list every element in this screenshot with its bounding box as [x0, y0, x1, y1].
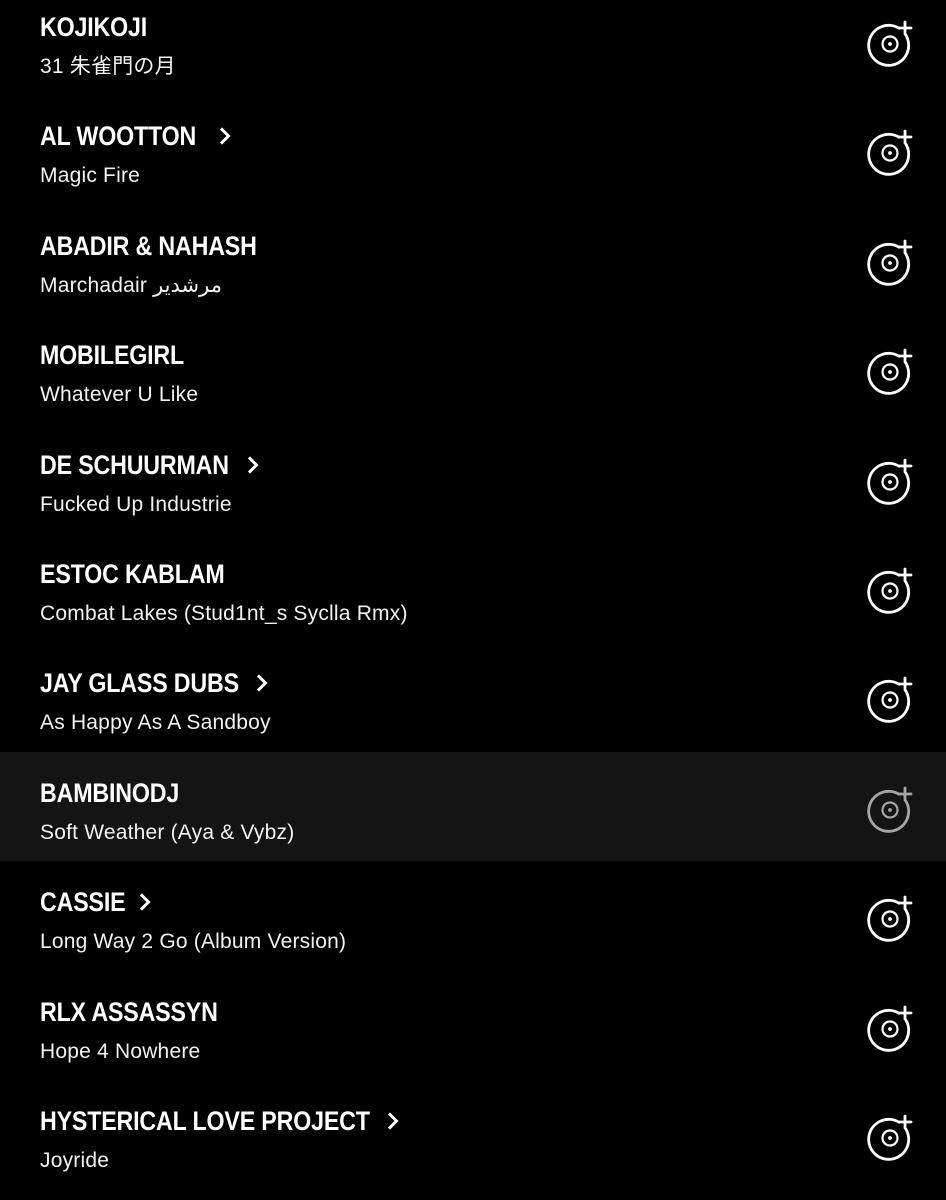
- track-title: Fucked Up Industrie: [40, 492, 232, 516]
- chevron-right-icon[interactable]: [246, 455, 260, 474]
- track-row[interactable]: CASSIE Long Way 2 Go (Album Version): [0, 861, 946, 970]
- artist-line: CASSIE: [40, 887, 152, 917]
- artist-line: JAY GLASS DUBS: [40, 668, 269, 698]
- track-title: Long Way 2 Go (Album Version): [40, 930, 347, 954]
- artist-line: AL WOOTTON: [40, 121, 232, 151]
- artist-line: KOJIKOJI: [40, 12, 164, 42]
- add-disc-icon: [867, 348, 913, 395]
- add-to-collection-button[interactable]: [866, 676, 914, 724]
- add-disc-icon: [867, 458, 913, 505]
- track-row[interactable]: ABADIR & NAHASH Marchadair مرشدير: [0, 205, 946, 314]
- artist-name[interactable]: DE SCHUURMAN: [40, 450, 229, 480]
- track-row[interactable]: MOBILEGIRL Whatever U Like: [0, 314, 946, 423]
- artist-name[interactable]: AL WOOTTON: [40, 121, 196, 151]
- track-title: Magic Fire: [40, 164, 141, 188]
- artist-line: ESTOC KABLAM: [40, 559, 255, 589]
- artist-line: MOBILEGIRL: [40, 340, 208, 370]
- add-to-collection-button[interactable]: [866, 1005, 914, 1053]
- artist-name[interactable]: RLX ASSASSYN: [40, 997, 218, 1027]
- track-row[interactable]: ESTOC KABLAM Combat Lakes (Stud1nt_s Syc…: [0, 533, 946, 642]
- artist-line: BAMBINODJ: [40, 778, 202, 808]
- track-title: As Happy As A Sandboy: [40, 711, 271, 735]
- add-to-collection-button[interactable]: [866, 20, 914, 68]
- artist-name[interactable]: ABADIR & NAHASH: [40, 231, 257, 261]
- artist-name[interactable]: KOJIKOJI: [40, 12, 147, 42]
- artist-name[interactable]: BAMBINODJ: [40, 778, 179, 808]
- track-row[interactable]: JAY GLASS DUBS As Happy As A Sandboy: [0, 642, 946, 751]
- track-title: Joyride: [40, 1148, 110, 1172]
- add-to-collection-button[interactable]: [866, 348, 914, 396]
- add-to-collection-button[interactable]: [866, 458, 914, 506]
- artist-name[interactable]: HYSTERICAL LOVE PROJECT: [40, 1106, 370, 1136]
- track-row[interactable]: RLX ASSASSYN Hope 4 Nowhere: [0, 971, 946, 1080]
- chevron-right-icon[interactable]: [218, 127, 232, 146]
- track-row[interactable]: KOJIKOJI 31 朱雀門の月: [0, 0, 946, 95]
- track-title: Soft Weather (Aya & Vybz): [40, 820, 295, 844]
- add-disc-icon: [867, 786, 913, 833]
- add-disc-icon: [867, 129, 913, 177]
- artist-name[interactable]: JAY GLASS DUBS: [40, 668, 239, 698]
- add-to-collection-button[interactable]: [866, 239, 914, 287]
- track-row-highlighted[interactable]: BAMBINODJ Soft Weather (Aya & Vybz): [0, 751, 946, 862]
- artist-name[interactable]: MOBILEGIRL: [40, 340, 184, 370]
- artist-name[interactable]: CASSIE: [40, 887, 126, 917]
- add-disc-icon: [867, 567, 913, 614]
- add-to-collection-button[interactable]: [866, 1114, 914, 1162]
- chevron-right-icon[interactable]: [255, 674, 269, 692]
- track-title: Hope 4 Nowhere: [40, 1039, 201, 1063]
- track-title: Marchadair مرشدير: [40, 273, 222, 297]
- chevron-right-icon[interactable]: [138, 893, 152, 911]
- add-to-collection-button[interactable]: [866, 895, 914, 943]
- add-disc-icon: [867, 239, 913, 286]
- artist-line: HYSTERICAL LOVE PROJECT: [40, 1106, 400, 1136]
- chevron-right-icon[interactable]: [386, 1112, 400, 1130]
- add-disc-icon: [867, 676, 913, 724]
- track-row[interactable]: HYSTERICAL LOVE PROJECT Joyride: [0, 1080, 946, 1189]
- add-disc-icon: [867, 895, 913, 942]
- track-title: 31 朱雀門の月: [40, 55, 176, 78]
- artist-line: DE SCHUURMAN: [40, 450, 260, 480]
- track-title: Combat Lakes (Stud1nt_s Syclla Rmx): [40, 601, 408, 625]
- track-list: KOJIKOJI 31 朱雀門の月 AL WOOTTON Magic Fire: [0, 0, 946, 1189]
- track-row[interactable]: DE SCHUURMAN Fucked Up Industrie: [0, 424, 946, 533]
- add-disc-icon: [867, 1114, 913, 1161]
- artist-name[interactable]: ESTOC KABLAM: [40, 559, 225, 589]
- artist-line: RLX ASSASSYN: [40, 997, 247, 1027]
- artist-line: ABADIR & NAHASH: [40, 231, 292, 261]
- track-row[interactable]: AL WOOTTON Magic Fire: [0, 95, 946, 204]
- track-title: Whatever U Like: [40, 383, 199, 407]
- add-disc-icon: [867, 1005, 913, 1052]
- add-to-collection-button[interactable]: [866, 129, 914, 177]
- add-to-collection-button[interactable]: [866, 567, 914, 615]
- add-disc-icon: [867, 20, 913, 67]
- add-to-collection-button[interactable]: [866, 786, 914, 834]
